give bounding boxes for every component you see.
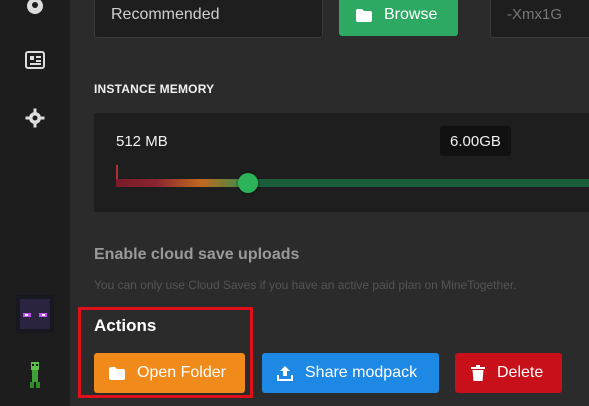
- recommended-field[interactable]: Recommended: [94, 0, 323, 38]
- cloud-save-hint: You can only use Cloud Saves if you have…: [94, 278, 517, 292]
- palette-icon[interactable]: [23, 0, 47, 18]
- memory-min-label: 512 MB: [116, 133, 168, 150]
- slider-rest: [248, 179, 589, 187]
- highlight-box: [78, 307, 253, 398]
- gear-icon[interactable]: [23, 106, 47, 130]
- folder-icon: [356, 8, 372, 22]
- upload-icon: [277, 365, 293, 381]
- share-modpack-button[interactable]: Share modpack: [262, 353, 439, 393]
- cloud-save-title: Enable cloud save uploads: [94, 246, 300, 263]
- browse-label: Browse: [384, 6, 438, 23]
- slider-fill: [116, 179, 249, 187]
- memory-panel: 512 MB 6.00GB: [94, 113, 589, 212]
- jvm-args-value: -Xmx1G: [507, 6, 563, 23]
- slider-thumb[interactable]: [238, 173, 259, 193]
- memory-value-badge: 6.00GB: [440, 126, 511, 156]
- instance-memory-label: INSTANCE MEMORY: [94, 82, 215, 96]
- jvm-args-field[interactable]: -Xmx1G: [490, 0, 589, 38]
- recommended-value: Recommended: [111, 6, 220, 23]
- trash-icon: [471, 365, 485, 381]
- news-icon[interactable]: [23, 48, 47, 72]
- enderman-avatar[interactable]: [16, 295, 54, 333]
- share-modpack-label: Share modpack: [305, 364, 418, 381]
- delete-button[interactable]: Delete: [455, 353, 562, 393]
- sidebar: [0, 0, 70, 406]
- browse-button[interactable]: Browse: [339, 0, 458, 36]
- creeper-avatar[interactable]: [20, 360, 50, 390]
- delete-label: Delete: [497, 364, 544, 381]
- memory-slider[interactable]: [116, 173, 589, 193]
